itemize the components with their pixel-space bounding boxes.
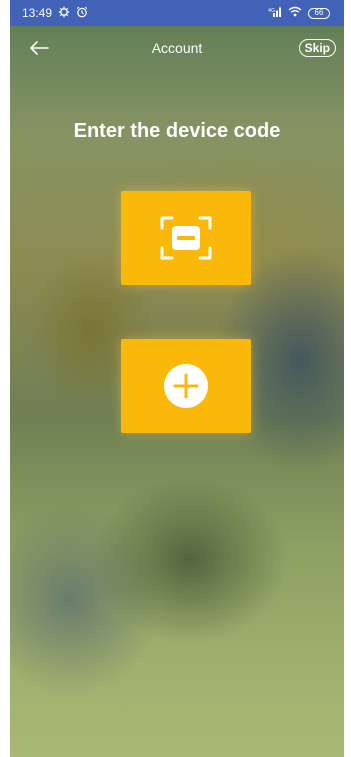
back-button[interactable] bbox=[26, 36, 52, 60]
wifi-icon bbox=[288, 6, 302, 20]
add-device-button[interactable] bbox=[121, 339, 251, 433]
plus-circle-icon bbox=[164, 364, 208, 408]
svg-text:4G: 4G bbox=[268, 8, 275, 14]
scan-frame-icon bbox=[160, 216, 212, 260]
scan-code-button[interactable] bbox=[121, 191, 251, 285]
arrow-left-icon bbox=[30, 41, 49, 55]
status-time: 13:49 bbox=[22, 6, 53, 20]
nav-bar: Account Skip bbox=[10, 30, 344, 66]
screen: 13:49 4G 66 Account Skip Enter the devic… bbox=[10, 0, 344, 757]
page-title: Account bbox=[151, 40, 203, 56]
alarm-icon bbox=[76, 6, 88, 21]
status-left: 13:49 bbox=[22, 6, 88, 21]
cellular-signal-icon: 4G bbox=[268, 6, 282, 20]
battery-level: 66 bbox=[314, 8, 324, 17]
battery-icon: 66 bbox=[308, 7, 330, 19]
settings-icon bbox=[58, 6, 70, 21]
status-bar: 13:49 4G 66 bbox=[10, 0, 344, 26]
page-heading: Enter the device code bbox=[73, 120, 281, 142]
skip-button[interactable]: Skip bbox=[298, 39, 336, 57]
status-right: 4G 66 bbox=[268, 6, 330, 20]
